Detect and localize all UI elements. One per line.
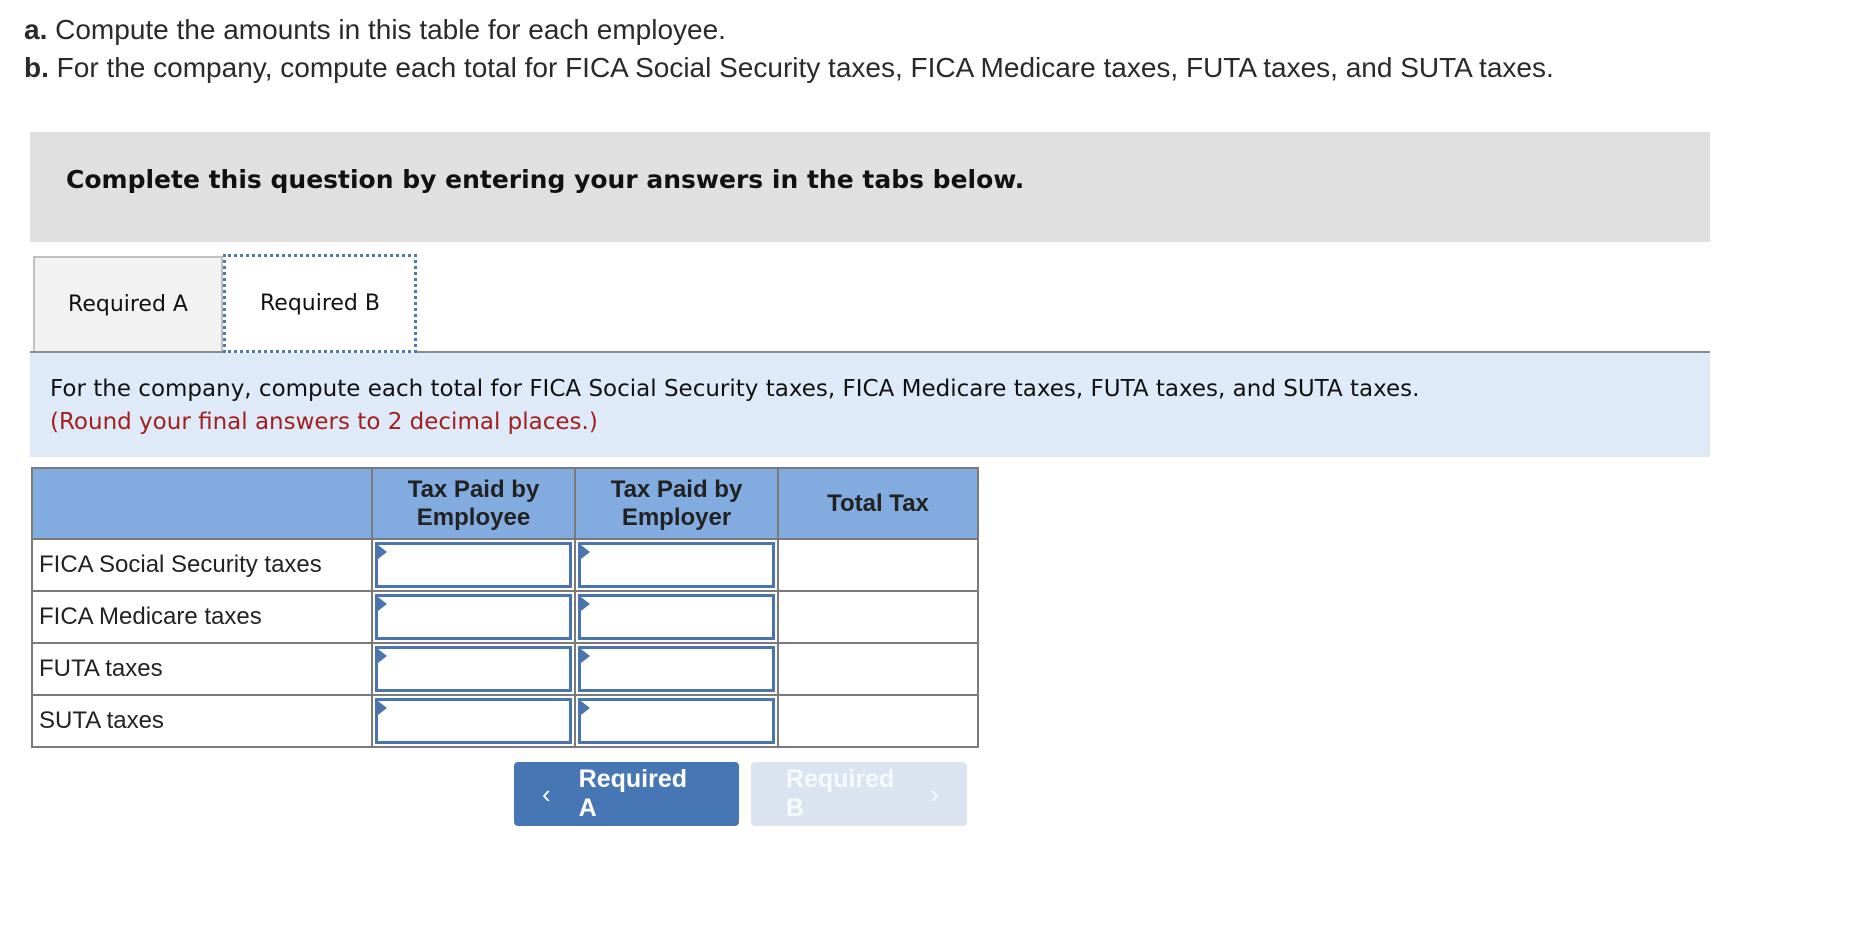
- part-b-marker: b.: [24, 52, 49, 83]
- next-button-label: Required B: [785, 765, 895, 822]
- tab-required-a[interactable]: Required A: [33, 256, 223, 351]
- input-flag-icon: [378, 649, 387, 663]
- next-required-b-button[interactable]: Required B ›: [751, 762, 967, 826]
- table-row: FICA Social Security taxes: [31, 538, 979, 592]
- input-flag-icon: [581, 545, 590, 559]
- total-tax-cell: [777, 694, 979, 748]
- rounding-note: (Round your final answers to 2 decimal p…: [50, 409, 598, 435]
- input-flag-icon: [581, 701, 590, 715]
- employee-tax-cell: [371, 538, 576, 592]
- header-employee-line2: Employee: [416, 503, 531, 531]
- prompt-part-a: a. Compute the amounts in this table for…: [24, 14, 726, 46]
- part-a-marker: a.: [24, 14, 48, 45]
- input-flag-icon: [581, 649, 590, 663]
- header-employer: Tax Paid by Employer: [574, 467, 779, 540]
- header-total: Total Tax: [777, 467, 979, 540]
- instruction-banner: Complete this question by entering your …: [30, 132, 1710, 242]
- employer-tax-input[interactable]: [581, 701, 772, 741]
- row-label: FICA Social Security taxes: [31, 538, 373, 592]
- question-text: For the company, compute each total for …: [50, 376, 1420, 402]
- header-employee-line1: Tax Paid by: [407, 475, 540, 503]
- table-header-row: Tax Paid by Employee Tax Paid by Employer …: [31, 467, 979, 540]
- header-employer-line1: Tax Paid by: [610, 475, 743, 503]
- total-tax-cell: [777, 538, 979, 592]
- total-tax-cell: [777, 642, 979, 696]
- employer-tax-cell: [574, 590, 779, 644]
- table-row: FUTA taxes: [31, 642, 979, 696]
- table-row: FICA Medicare taxes: [31, 590, 979, 644]
- row-label: FUTA taxes: [31, 642, 373, 696]
- header-employer-line2: Employer: [621, 503, 732, 531]
- instruction-banner-text: Complete this question by entering your …: [66, 165, 1025, 194]
- previous-button-label: Required A: [578, 765, 688, 822]
- tab-required-b-label: Required B: [259, 291, 380, 316]
- employer-tax-input[interactable]: [581, 597, 772, 637]
- employee-tax-input[interactable]: [378, 701, 569, 741]
- employee-tax-input[interactable]: [378, 649, 569, 689]
- part-a-text: Compute the amounts in this table for ea…: [47, 14, 726, 45]
- employer-tax-cell: [574, 642, 779, 696]
- input-flag-icon: [378, 597, 387, 611]
- tab-required-a-label: Required A: [68, 292, 188, 317]
- question-panel: For the company, compute each total for …: [30, 353, 1710, 457]
- employer-tax-input[interactable]: [581, 649, 772, 689]
- employee-tax-input[interactable]: [378, 597, 569, 637]
- tab-required-b[interactable]: Required B: [223, 254, 417, 353]
- previous-required-a-button[interactable]: ‹ Required A: [514, 762, 739, 826]
- employer-tax-input[interactable]: [581, 545, 772, 585]
- employer-tax-cell: [574, 538, 779, 592]
- employee-tax-cell: [371, 694, 576, 748]
- chevron-left-icon: ‹: [542, 778, 551, 809]
- employer-tax-cell: [574, 694, 779, 748]
- input-flag-icon: [378, 545, 387, 559]
- header-blank: [31, 467, 373, 540]
- header-employee: Tax Paid by Employee: [371, 467, 576, 540]
- row-label: SUTA taxes: [31, 694, 373, 748]
- tax-table: Tax Paid by Employee Tax Paid by Employer …: [31, 467, 979, 748]
- employee-tax-cell: [371, 590, 576, 644]
- row-label: FICA Medicare taxes: [31, 590, 373, 644]
- input-flag-icon: [378, 701, 387, 715]
- chevron-right-icon: ›: [930, 778, 939, 809]
- prompt-part-b: b. For the company, compute each total f…: [24, 52, 1554, 84]
- table-row: SUTA taxes: [31, 694, 979, 748]
- part-b-text: For the company, compute each total for …: [48, 52, 1554, 83]
- employee-tax-cell: [371, 642, 576, 696]
- input-flag-icon: [581, 597, 590, 611]
- total-tax-cell: [777, 590, 979, 644]
- employee-tax-input[interactable]: [378, 545, 569, 585]
